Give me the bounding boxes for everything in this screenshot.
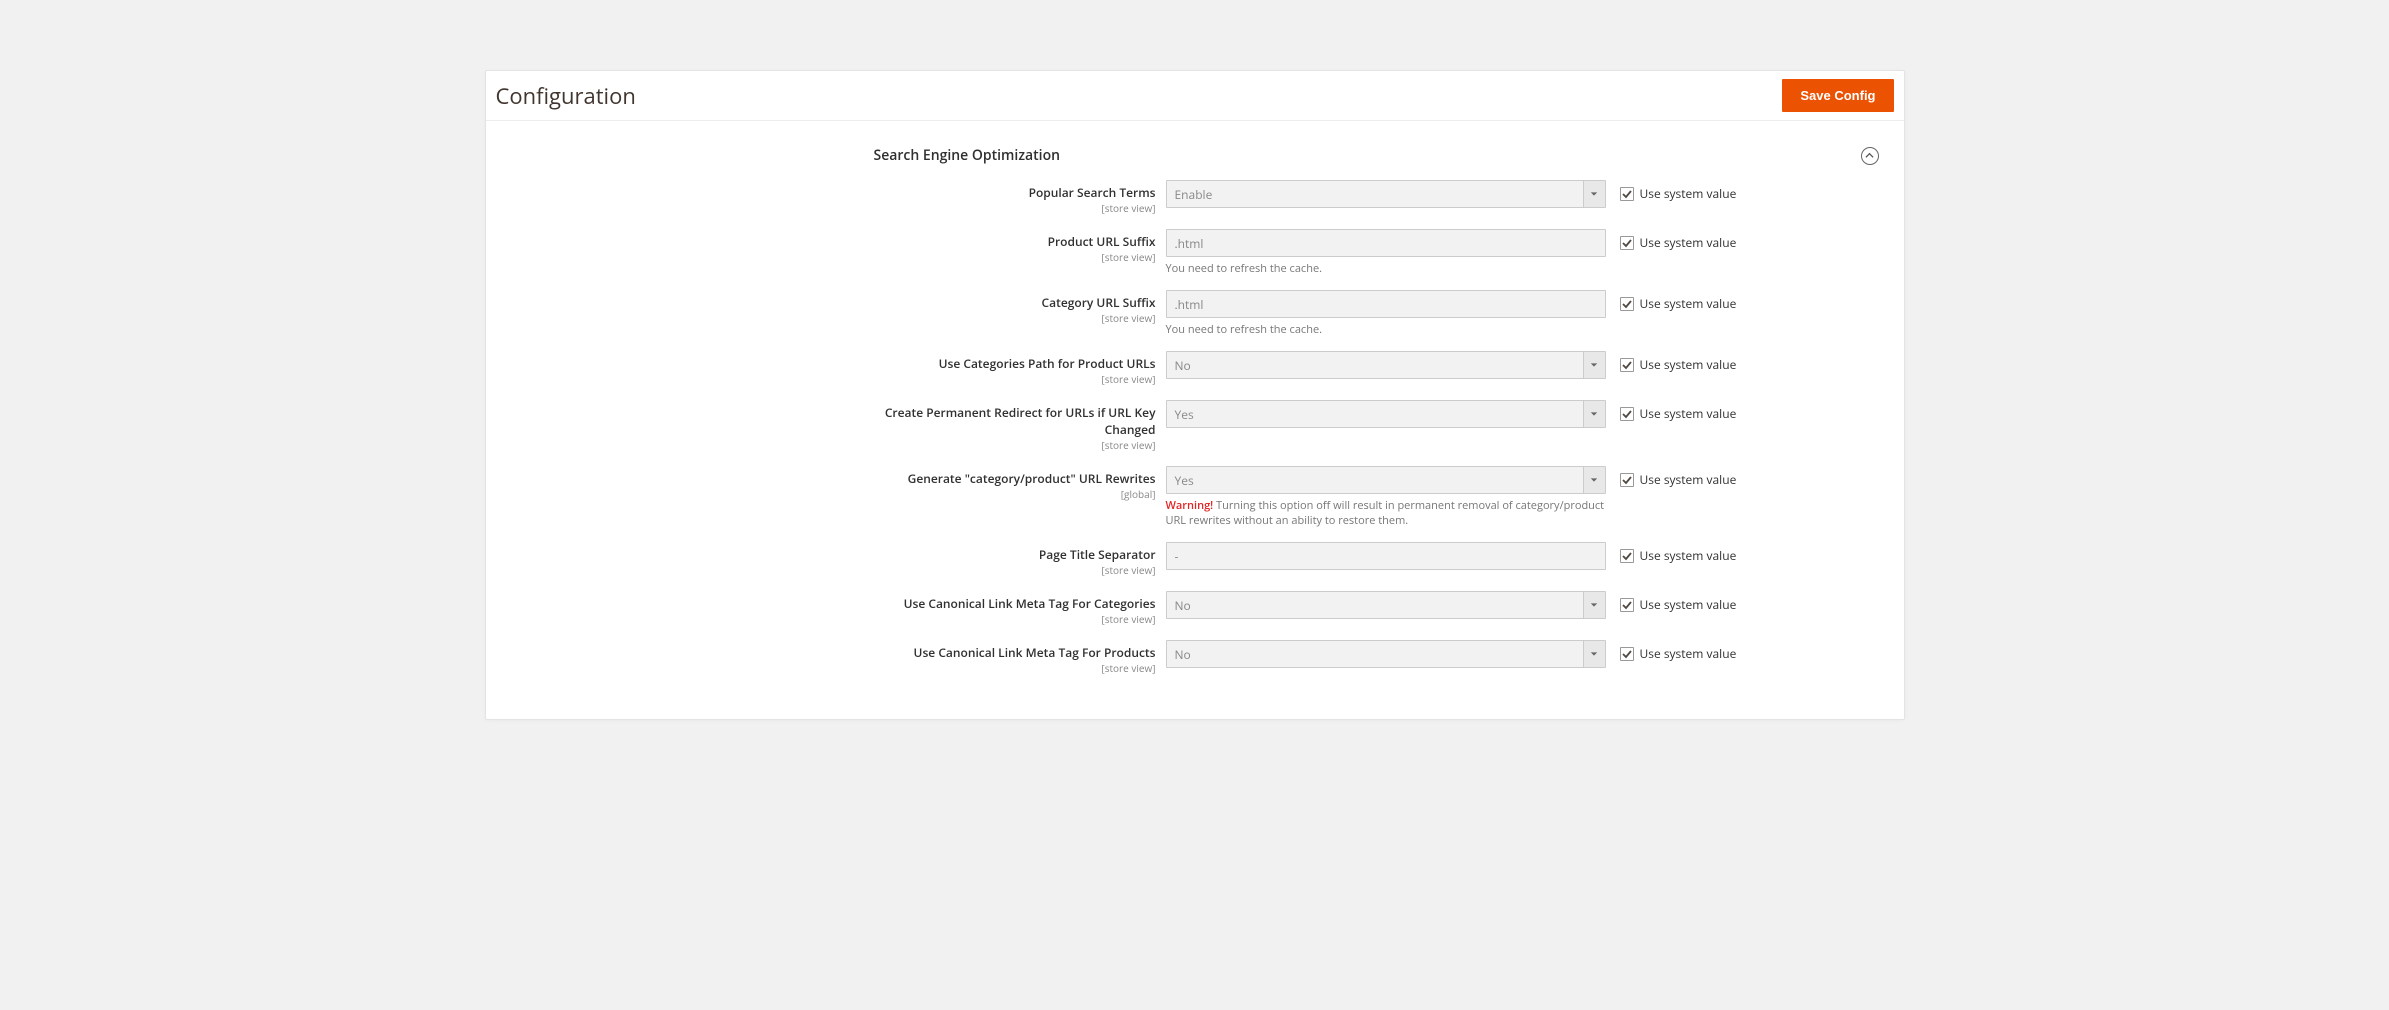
select-value: No [1175,357,1191,374]
field-scope: [store view] [866,612,1156,626]
use-system-checkbox[interactable] [1620,473,1634,487]
field-scope: [global] [866,487,1156,501]
use-system-label: Use system value [1640,234,1737,251]
input-value: .html [1175,296,1204,313]
page-header: Configuration Save Config [486,71,1904,121]
field-scope: [store view] [866,563,1156,577]
field-label: Use Categories Path for Product URLs [866,355,1156,372]
use-system-checkbox[interactable] [1620,647,1634,661]
input-value: .html [1175,235,1204,252]
chevron-down-icon [1583,467,1605,493]
field-canonical-categories: Use Canonical Link Meta Tag For Categori… [866,591,1884,626]
field-popular-search-terms: Popular Search Terms [store view] Enable… [866,180,1884,215]
canonical-products-select[interactable]: No [1166,640,1606,668]
chevron-up-icon[interactable] [1861,147,1879,165]
use-system-checkbox[interactable] [1620,236,1634,250]
field-scope: [store view] [866,250,1156,264]
generate-rewrites-select[interactable]: Yes [1166,466,1606,494]
categories-path-select[interactable]: No [1166,351,1606,379]
field-label: Generate "category/product" URL Rewrites [866,470,1156,487]
use-system-label: Use system value [1640,547,1737,564]
content-area: Search Engine Optimization Popular Searc… [486,121,1904,719]
select-value: Yes [1175,472,1194,489]
use-system-checkbox[interactable] [1620,297,1634,311]
warning-label: Warning! [1166,498,1214,513]
chevron-down-icon [1583,181,1605,207]
use-system-label: Use system value [1640,596,1737,613]
select-value: Yes [1175,406,1194,423]
field-label: Product URL Suffix [866,233,1156,250]
warning-text: Turning this option off will result in p… [1166,498,1605,528]
config-page: Configuration Save Config Search Engine … [485,70,1905,720]
field-label: Popular Search Terms [866,184,1156,201]
field-scope: [store view] [866,661,1156,675]
field-note: You need to refresh the cache. [1166,261,1606,276]
select-value: Enable [1175,186,1213,203]
permanent-redirect-select[interactable]: Yes [1166,400,1606,428]
save-config-button[interactable]: Save Config [1782,79,1893,112]
select-value: No [1175,646,1191,663]
field-scope: [store view] [866,372,1156,386]
section-title: Search Engine Optimization [874,146,1061,165]
input-value: - [1175,548,1179,565]
category-suffix-input[interactable]: .html [1166,290,1606,318]
field-generate-rewrites: Generate "category/product" URL Rewrites… [866,466,1884,528]
use-system-checkbox[interactable] [1620,598,1634,612]
chevron-down-icon [1583,401,1605,427]
use-system-label: Use system value [1640,295,1737,312]
title-separator-input[interactable]: - [1166,542,1606,570]
field-categories-path: Use Categories Path for Product URLs [st… [866,351,1884,386]
use-system-label: Use system value [1640,471,1737,488]
product-suffix-input[interactable]: .html [1166,229,1606,257]
field-label: Create Permanent Redirect for URLs if UR… [866,404,1156,438]
select-value: No [1175,597,1191,614]
canonical-categories-select[interactable]: No [1166,591,1606,619]
field-scope: [store view] [866,311,1156,325]
chevron-down-icon [1583,641,1605,667]
field-page-title-separator: Page Title Separator [store view] - Use … [866,542,1884,577]
field-note: You need to refresh the cache. [1166,322,1606,337]
field-scope: [store view] [866,438,1156,452]
use-system-label: Use system value [1640,405,1737,422]
field-warning-note: Warning! Turning this option off will re… [1166,498,1606,528]
use-system-label: Use system value [1640,645,1737,662]
field-product-url-suffix: Product URL Suffix [store view] .html Yo… [866,229,1884,276]
use-system-checkbox[interactable] [1620,358,1634,372]
chevron-down-icon [1583,352,1605,378]
field-canonical-products: Use Canonical Link Meta Tag For Products… [866,640,1884,675]
field-label: Category URL Suffix [866,294,1156,311]
use-system-label: Use system value [1640,356,1737,373]
popular-search-select[interactable]: Enable [1166,180,1606,208]
main-column: Search Engine Optimization Popular Searc… [866,121,1884,689]
field-scope: [store view] [866,201,1156,215]
use-system-checkbox[interactable] [1620,407,1634,421]
use-system-checkbox[interactable] [1620,549,1634,563]
field-label: Use Canonical Link Meta Tag For Categori… [866,595,1156,612]
field-permanent-redirect: Create Permanent Redirect for URLs if UR… [866,400,1884,452]
field-label: Page Title Separator [866,546,1156,563]
chevron-down-icon [1583,592,1605,618]
field-label: Use Canonical Link Meta Tag For Products [866,644,1156,661]
section-header-seo[interactable]: Search Engine Optimization [866,121,1884,180]
use-system-checkbox[interactable] [1620,187,1634,201]
use-system-label: Use system value [1640,185,1737,202]
page-title: Configuration [496,81,636,111]
sidebar-gap [506,121,866,689]
field-category-url-suffix: Category URL Suffix [store view] .html Y… [866,290,1884,337]
